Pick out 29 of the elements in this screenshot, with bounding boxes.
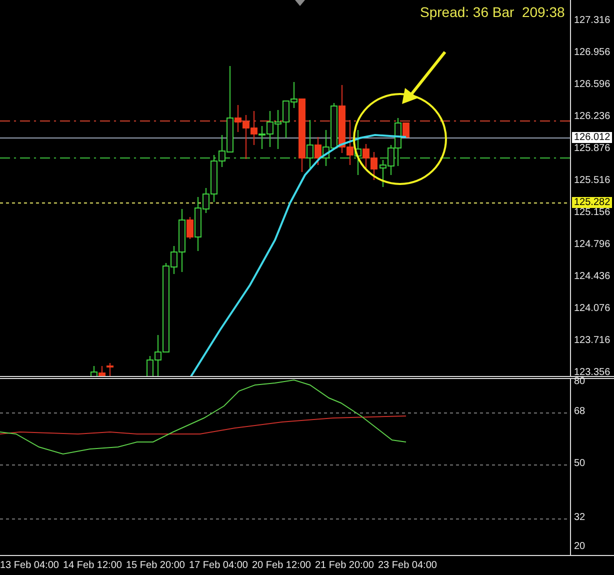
- time-label: 17 Feb 04:00: [189, 560, 249, 570]
- price-label: 123.356: [574, 367, 610, 378]
- indicator-label: 32: [574, 512, 586, 524]
- time-label: 13 Feb 04:00: [0, 560, 60, 570]
- price-label: 126.236: [574, 111, 610, 123]
- price-label: 123.716: [574, 335, 610, 347]
- time-label: 15 Feb 20:00: [126, 560, 186, 570]
- price-label: 125.516: [574, 175, 610, 187]
- indicator-label: 80: [574, 376, 586, 388]
- indicator-label: 68: [574, 406, 586, 418]
- price-label: 125.876: [574, 143, 610, 155]
- arrow-icon: [402, 51, 446, 104]
- price-label: 124.076: [574, 303, 610, 315]
- time-label: 21 Feb 20:00: [315, 560, 375, 570]
- level-price-tag: 125.282: [572, 197, 612, 208]
- price-label: 126.596: [574, 79, 610, 91]
- scroll-marker-icon: [295, 0, 305, 6]
- spread-info: Spread: 36 Bar 209:38: [420, 4, 565, 20]
- price-label: 127.316: [574, 15, 610, 27]
- price-label: 124.436: [574, 271, 610, 283]
- time-label: 14 Feb 12:00: [63, 560, 123, 570]
- indicator-label: 20: [574, 541, 586, 553]
- indicator-label: 50: [574, 458, 586, 470]
- bid-price-tag: 126.012: [572, 132, 612, 143]
- price-label: 126.956: [574, 47, 610, 59]
- time-label: 23 Feb 04:00: [378, 560, 438, 570]
- price-label: 125.156: [574, 207, 610, 219]
- price-label: 124.796: [574, 239, 610, 251]
- time-label: 20 Feb 12:00: [252, 560, 312, 570]
